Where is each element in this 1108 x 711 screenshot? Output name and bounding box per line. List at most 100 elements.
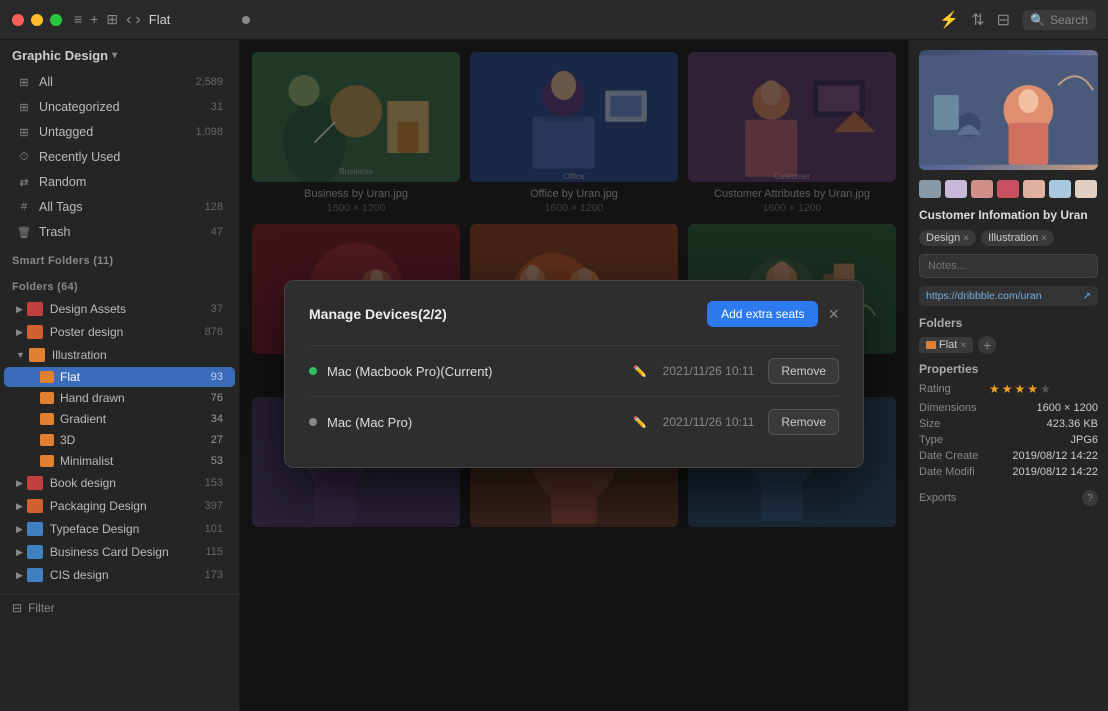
color-swatch-1[interactable]: [945, 180, 967, 198]
subfolder-color-icon: [40, 371, 54, 383]
sidebar: Graphic Design ▾ ⊞ All 2,589 ⊞ Uncategor…: [0, 40, 240, 711]
modal-header: Manage Devices(2/2) Add extra seats ×: [309, 301, 839, 327]
folder-color-icon: [27, 302, 43, 316]
color-swatch-2[interactable]: [971, 180, 993, 198]
subfolder-color-icon: [40, 392, 54, 404]
rating-label: Rating: [919, 383, 989, 395]
main-layout: Graphic Design ▾ ⊞ All 2,589 ⊞ Uncategor…: [0, 40, 1108, 711]
remove-tag-design[interactable]: ×: [963, 233, 969, 244]
color-swatch-5[interactable]: [1049, 180, 1071, 198]
folder-item-cis-design[interactable]: ▶ CIS design 173: [4, 564, 235, 586]
sidebar-item-recently-used[interactable]: ⏱ Recently Used: [4, 145, 235, 169]
remove-tag-illustration[interactable]: ×: [1041, 233, 1047, 244]
add-folder-button[interactable]: +: [978, 336, 996, 354]
folder-color-icon: [27, 522, 43, 536]
subfolder-item-minimalist[interactable]: Minimalist 53: [4, 451, 235, 471]
close-button[interactable]: [12, 14, 24, 26]
folder-item-poster-design[interactable]: ▶ Poster design 876: [4, 321, 235, 343]
close-modal-button[interactable]: ×: [828, 305, 839, 323]
panel-icon[interactable]: ⊞: [106, 11, 118, 28]
color-swatch-4[interactable]: [1023, 180, 1045, 198]
device-edit-icon-0[interactable]: ✏️: [633, 365, 647, 378]
expand-arrow-icon: ▶: [16, 547, 23, 558]
preview-illustration: [919, 55, 1098, 165]
folder-item-typeface-design[interactable]: ▶ Typeface Design 101: [4, 518, 235, 540]
star-5: ★: [1040, 382, 1051, 396]
properties-table: Dimensions 1600 × 1200 Size 423.36 KB Ty…: [919, 400, 1098, 480]
folders-section-title: Folders: [919, 316, 1098, 330]
filter-bar[interactable]: ⊟ Filter: [0, 594, 239, 621]
help-icon[interactable]: ?: [1082, 490, 1098, 506]
view-controls: ≡ + ⊞: [74, 11, 118, 28]
expand-arrow-icon: ▶: [16, 478, 23, 489]
sidebar-item-all-tags[interactable]: # All Tags 128: [4, 195, 235, 219]
folder-item-book-design[interactable]: ▶ Book design 153: [4, 472, 235, 494]
color-swatch-3[interactable]: [997, 180, 1019, 198]
zoom-slider-area: [182, 16, 939, 24]
star-2: ★: [1002, 382, 1013, 396]
sort-icon[interactable]: ≡: [74, 11, 82, 28]
subfolder-item-gradient[interactable]: Gradient 34: [4, 409, 235, 429]
star-4: ★: [1027, 382, 1038, 396]
add-icon[interactable]: +: [90, 11, 98, 28]
search-box[interactable]: 🔍 Search: [1022, 10, 1096, 30]
flash-icon[interactable]: ⚡: [939, 10, 959, 30]
property-row-date-modifi: Date Modifi 2019/08/12 14:22: [919, 464, 1098, 480]
color-swatch-0[interactable]: [919, 180, 941, 198]
minimize-button[interactable]: [31, 14, 43, 26]
right-panel: Customer Infomation by Uran Design × Ill…: [908, 40, 1108, 711]
smart-folders-header: Smart Folders (11): [0, 245, 239, 271]
modal-actions: Add extra seats ×: [707, 301, 839, 327]
device-row-0: Mac (Macbook Pro)(Current) ✏️ 2021/11/26…: [309, 345, 839, 396]
external-link-icon[interactable]: ↗: [1083, 291, 1091, 302]
folder-tag-flat: Flat ×: [919, 337, 973, 353]
subfolder-item-3d[interactable]: 3D 27: [4, 430, 235, 450]
titlebar-right-controls: ⚡ ⇅ ⊟ 🔍 Search: [939, 10, 1096, 30]
asset-link-row: https://dribbble.com/uran ↗: [919, 286, 1098, 306]
folders-header: Folders (64): [0, 271, 239, 297]
device-edit-icon-1[interactable]: ✏️: [633, 416, 647, 429]
sidebar-item-uncategorized[interactable]: ⊞ Uncategorized 31: [4, 95, 235, 119]
device-time-1: 2021/11/26 10:11: [663, 415, 755, 429]
folder-item-business-card-design[interactable]: ▶ Business Card Design 115: [4, 541, 235, 563]
notes-input[interactable]: [919, 254, 1098, 278]
property-row-date-create: Date Create 2019/08/12 14:22: [919, 448, 1098, 464]
remove-device-1-button[interactable]: Remove: [768, 409, 839, 435]
folder-tag-row: Flat × +: [919, 336, 1098, 354]
search-label: Search: [1050, 13, 1088, 27]
folder-item-illustration[interactable]: ▼ Illustration: [4, 344, 235, 366]
tag-illustration: Illustration ×: [981, 230, 1054, 246]
remove-device-0-button[interactable]: Remove: [768, 358, 839, 384]
maximize-button[interactable]: [50, 14, 62, 26]
nav-arrows: ‹ ›: [126, 11, 141, 29]
sidebar-item-random[interactable]: ⇄ Random: [4, 170, 235, 194]
property-key-type: Type: [919, 432, 992, 448]
device-offline-indicator: [309, 418, 317, 426]
folder-color-icon: [27, 568, 43, 582]
device-row-1: Mac (Mac Pro) ✏️ 2021/11/26 10:11 Remove: [309, 396, 839, 447]
forward-arrow[interactable]: ›: [135, 11, 140, 29]
folder-color-icon: [27, 476, 43, 490]
color-swatch-6[interactable]: [1075, 180, 1097, 198]
folder-item-design-assets[interactable]: ▶ Design Assets 37: [4, 298, 235, 320]
add-extra-seats-button[interactable]: Add extra seats: [707, 301, 818, 327]
filter-icon[interactable]: ⊟: [997, 10, 1010, 30]
subfolder-color-icon: [40, 455, 54, 467]
zoom-handle[interactable]: [242, 16, 250, 24]
expand-arrow-icon: ▶: [16, 304, 23, 315]
sidebar-item-trash[interactable]: 🗑 Trash 47: [4, 220, 235, 244]
expand-arrow-icon: ▶: [16, 524, 23, 535]
folder-item-packaging-design[interactable]: ▶ Packaging Design 397: [4, 495, 235, 517]
subfolder-item-hand-drawn[interactable]: Hand drawn 76: [4, 388, 235, 408]
subfolder-item-flat[interactable]: Flat 93: [4, 367, 235, 387]
property-row-dimensions: Dimensions 1600 × 1200: [919, 400, 1098, 416]
sidebar-item-all[interactable]: ⊞ All 2,589: [4, 70, 235, 94]
sidebar-item-untagged[interactable]: ⊞ Untagged 1,098: [4, 120, 235, 144]
star-rating[interactable]: ★ ★ ★ ★ ★: [989, 382, 1051, 396]
trash-icon: 🗑: [16, 224, 32, 240]
back-arrow[interactable]: ‹: [126, 11, 131, 29]
remove-folder-tag[interactable]: ×: [960, 340, 966, 351]
modal-title: Manage Devices(2/2): [309, 306, 447, 322]
expand-arrow-icon: ▶: [16, 327, 23, 338]
sort-order-icon[interactable]: ⇅: [971, 10, 984, 30]
